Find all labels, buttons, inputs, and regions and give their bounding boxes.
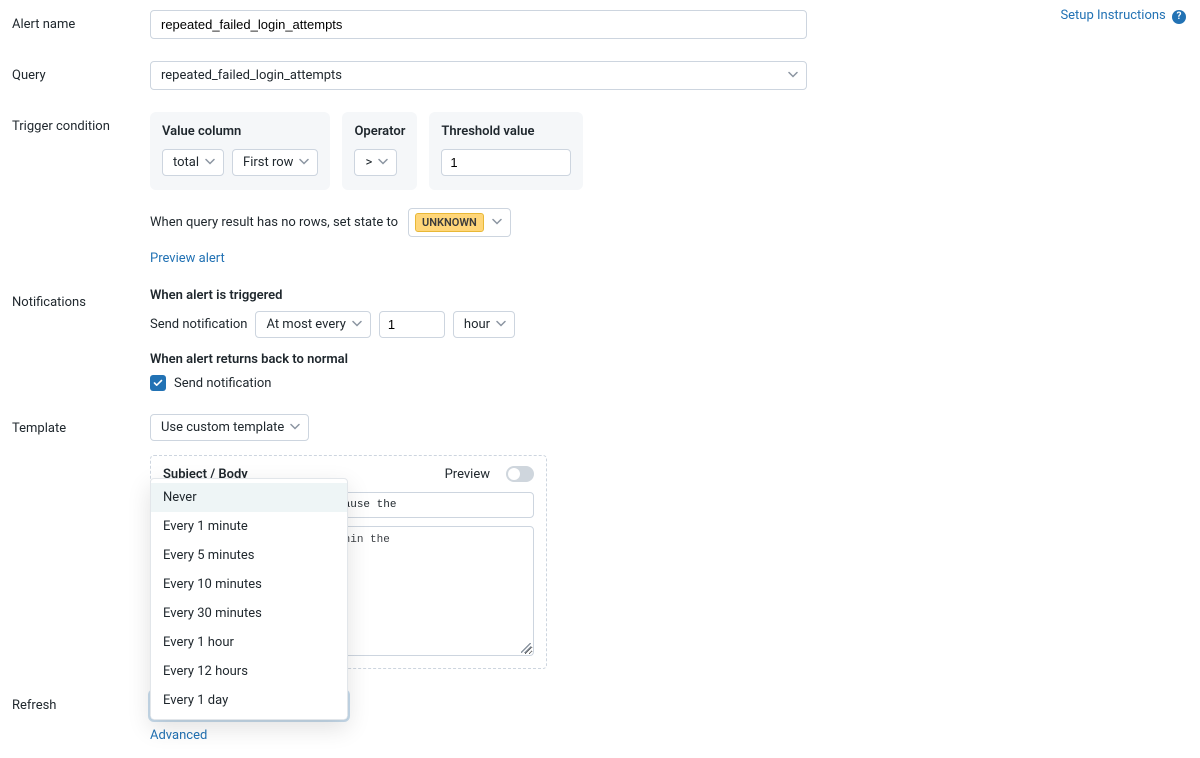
chevron-down-icon [378,155,388,170]
threshold-input[interactable] [441,149,571,176]
refresh-option[interactable]: Every 10 minutes [151,570,347,599]
refresh-option[interactable]: Every 1 day [151,686,347,715]
no-rows-state-select[interactable]: UNKNOWN [408,208,511,237]
refresh-dropdown: NeverEvery 1 minuteEvery 5 minutesEvery … [150,478,348,720]
threshold-label: Threshold value [441,124,571,139]
check-icon [153,378,163,388]
query-label: Query [12,61,150,83]
preview-alert-link[interactable]: Preview alert [150,251,225,266]
refresh-label: Refresh [12,691,150,713]
chevron-down-icon [788,68,798,83]
setup-instructions-text: Setup Instructions [1060,8,1165,23]
row-scope-select[interactable]: First row [232,149,318,176]
notifications-label: Notifications [12,288,150,310]
frequency-value-input[interactable] [379,311,445,338]
send-notification-checkbox-label: Send notification [174,376,271,391]
refresh-option[interactable]: Every 1 hour [151,628,347,657]
alert-name-input[interactable] [150,10,807,39]
value-column-panel: Value column total First row [150,112,330,190]
chevron-down-icon [205,155,215,170]
value-column-select[interactable]: total [162,149,224,176]
operator-select[interactable]: > [354,149,397,176]
preview-label: Preview [445,467,490,482]
template-mode-select[interactable]: Use custom template [150,414,309,441]
send-notification-checkbox[interactable] [150,375,166,391]
chevron-down-icon [352,317,362,332]
value-column-label: Value column [162,124,318,139]
alert-name-label: Alert name [12,10,150,32]
preview-toggle[interactable] [506,466,534,482]
trigger-condition-label: Trigger condition [12,112,150,134]
refresh-option[interactable]: Every 1 minute [151,512,347,541]
query-value: repeated_failed_login_attempts [161,68,342,83]
when-normal-label: When alert returns back to normal [150,352,515,367]
frequency-unit-select[interactable]: hour [453,311,515,338]
help-icon: ? [1172,10,1186,24]
refresh-option[interactable]: Every 5 minutes [151,541,347,570]
chevron-down-icon [496,317,506,332]
frequency-mode-select[interactable]: At most every [255,311,370,338]
send-notification-label: Send notification [150,317,247,332]
query-select[interactable]: repeated_failed_login_attempts [150,61,807,90]
no-rows-text: When query result has no rows, set state… [150,215,398,230]
refresh-option[interactable]: Never [151,483,347,512]
state-unknown-badge: UNKNOWN [415,213,484,232]
operator-panel: Operator > [342,112,417,190]
operator-label: Operator [354,124,405,139]
chevron-down-icon [299,155,309,170]
setup-instructions-link[interactable]: Setup Instructions ? [1060,8,1186,24]
refresh-option[interactable]: Every 12 hours [151,657,347,686]
when-triggered-label: When alert is triggered [150,288,515,303]
chevron-down-icon [492,215,502,230]
refresh-option[interactable]: Every 30 minutes [151,599,347,628]
advanced-link[interactable]: Advanced [150,728,207,743]
chevron-down-icon [290,420,300,435]
template-label: Template [12,414,150,436]
threshold-panel: Threshold value [429,112,583,190]
